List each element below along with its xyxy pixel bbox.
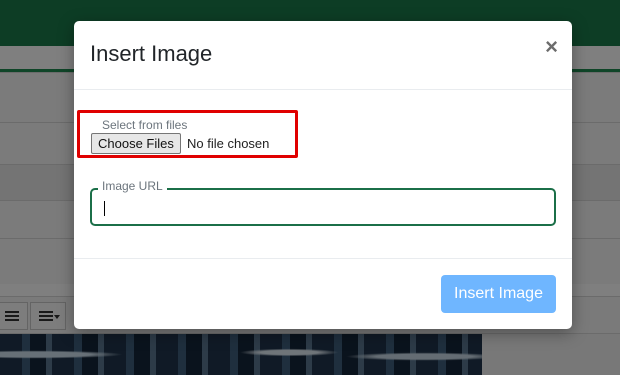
close-button[interactable]: ×	[545, 36, 558, 58]
file-select-label: Select from files	[102, 118, 188, 132]
file-select-group: Select from files Choose Files No file c…	[77, 110, 298, 158]
image-url-input[interactable]	[98, 196, 546, 218]
insert-image-dialog: Insert Image × Select from files Choose …	[74, 21, 572, 329]
choose-files-button[interactable]: Choose Files	[91, 133, 181, 154]
image-url-group: Image URL	[90, 179, 556, 226]
close-icon: ×	[545, 34, 558, 59]
image-url-label: Image URL	[98, 179, 167, 193]
file-status-text: No file chosen	[187, 136, 270, 151]
footer-divider	[74, 258, 572, 259]
text-caret	[104, 201, 105, 216]
dialog-title: Insert Image	[90, 41, 213, 66]
header-divider	[74, 89, 572, 90]
insert-image-button[interactable]: Insert Image	[441, 275, 556, 313]
